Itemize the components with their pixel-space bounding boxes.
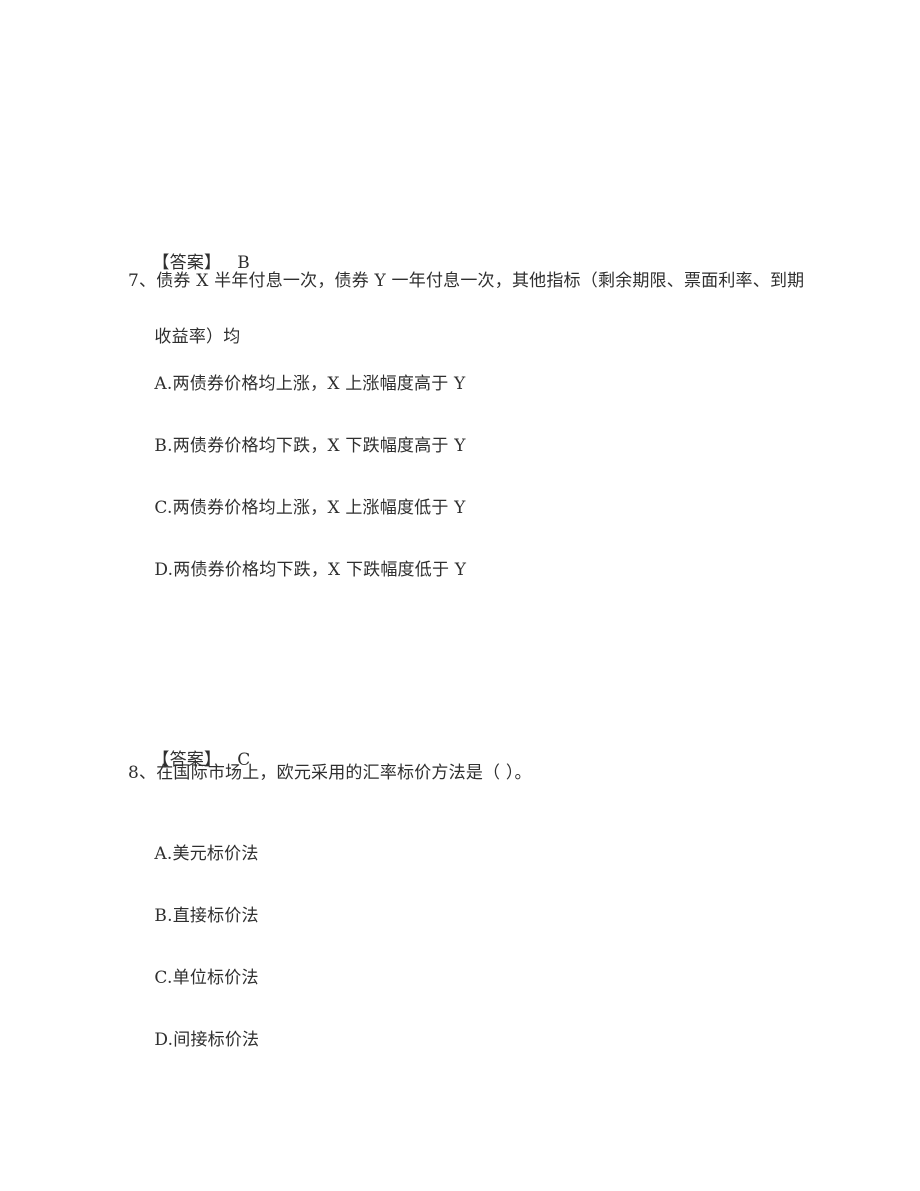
option-text: 两债券价格均上涨，X 上涨幅度低于 Y: [172, 498, 466, 518]
option-key: B.: [154, 906, 173, 926]
question-8-stem-text: 8、在国际市场上，欧元采用的汇率标价方法是（ ）。: [128, 763, 532, 783]
option-text: 单位标价法: [172, 968, 259, 988]
question-8-stem: 8、在国际市场上，欧元采用的汇率标价方法是（ ）。: [128, 761, 532, 786]
page-break-gap: [0, 570, 920, 710]
option-key: D.: [154, 1030, 174, 1050]
question-7-stem-line-1-text: 7、债券 X 半年付息一次，债券 Y 一年付息一次，其他指标（剩余期限、票面利率…: [128, 271, 805, 291]
question-7-stem-line-2-text: 收益率）均: [154, 327, 241, 347]
option-key: A.: [154, 844, 173, 864]
option-text: 间接标价法: [173, 1030, 260, 1050]
option-text: 直接标价法: [172, 906, 259, 926]
question-8-option-d[interactable]: D.间接标价法: [132, 1004, 259, 1076]
option-text: 两债券价格均上涨，X 上涨幅度高于 Y: [172, 374, 466, 394]
option-key: C.: [154, 498, 173, 518]
option-text: 两债券价格均下跌，X 下跌幅度高于 Y: [172, 436, 466, 456]
option-key: B.: [154, 436, 173, 456]
question-7-stem-line-1: 7、债券 X 半年付息一次，债券 Y 一年付息一次，其他指标（剩余期限、票面利率…: [128, 269, 828, 294]
option-key: A.: [154, 374, 173, 394]
document-page: 【答案】 B 7、债券 X 半年付息一次，债券 Y 一年付息一次，其他指标（剩余期…: [0, 0, 920, 1191]
option-key: C.: [154, 968, 173, 988]
option-text: 美元标价法: [172, 844, 259, 864]
